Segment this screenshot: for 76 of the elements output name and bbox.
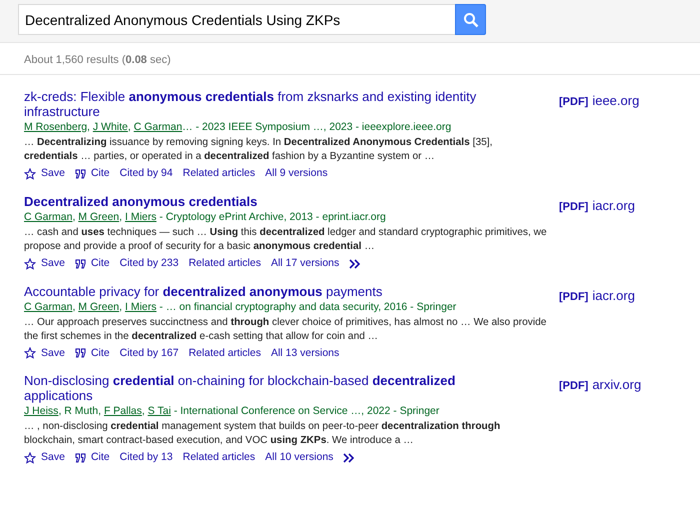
star-icon [24, 168, 36, 180]
cited-by-link[interactable]: Cited by 13 [120, 450, 173, 466]
source-line: C Garman, M Green, I Miers - … on financial cryptography and data security, 2016 - Springer [24, 300, 458, 314]
save-link[interactable]: Save [24, 346, 65, 362]
pdf-site-link[interactable]: arxiv.org [592, 377, 642, 392]
separator: , [98, 405, 102, 418]
search-icon [462, 12, 478, 28]
author-link[interactable]: C Garman [24, 210, 72, 223]
result-snippet: … Our approach preserves succinctness and through clever choice of primitives, has almost no … We also provide the first schemes in the decentralized e-cash setting that allow for coin and … [24, 316, 548, 344]
search-button[interactable] [455, 4, 486, 35]
cite-link[interactable]: Cite [74, 256, 110, 272]
versions-link[interactable]: All 9 versions [265, 166, 328, 182]
author-link[interactable]: I Miers [124, 210, 156, 223]
author-link[interactable]: J Heiss [24, 405, 58, 418]
separator: , [119, 210, 122, 223]
cite-link[interactable]: Cite [74, 346, 110, 362]
separator: , [119, 300, 122, 312]
source-line: J Heiss, R Muth, F Pallas, S Tai - International Conference on Service …, 2022 - Springer [24, 404, 440, 418]
cited-by-link[interactable]: Cited by 167 [120, 346, 179, 362]
author-link[interactable]: J White [92, 121, 128, 133]
quote-icon [74, 168, 86, 179]
cite-link[interactable]: Cite [74, 166, 110, 182]
more-icon[interactable] [343, 453, 356, 464]
result-snippet: … Decentralizing issuance by removing signing keys. In Decentralized Anonymous Credentials [35], credentials … parties, or operated in a decentralized fashion by a Byzantine system or … [24, 136, 494, 164]
save-link[interactable]: Save [24, 256, 65, 272]
result-title[interactable]: zk-creds: Flexible anonymous credentials from zksnarks and existing identity infrastructure [24, 89, 524, 119]
separator: , [58, 405, 62, 418]
source-line: M Rosenberg, J White, C Garman… - 2023 IEEE Symposium …, 2023 - ieeexplore.ieee.org [24, 120, 452, 134]
star-icon [24, 452, 36, 464]
result-title[interactable]: Non-disclosing credential on-chaining for blockchain-based decentralized applications [24, 373, 524, 404]
result-snippet: … cash and uses techniques — such … Using this decentralized ledger and standard cryptographic primitives, we propose and provide a proof of security for a basic anonymous credential … [24, 226, 548, 254]
separator: , [72, 210, 76, 223]
author-link[interactable]: C Garman [134, 121, 182, 133]
author-link[interactable]: M Green [78, 210, 120, 223]
quote-icon [74, 258, 86, 269]
separator: , [128, 121, 131, 133]
pdf-label[interactable]: [PDF] [559, 200, 588, 213]
author-name: R Muth [64, 405, 98, 418]
result-title[interactable]: Accountable privacy for decentralized anonymous payments [24, 284, 524, 298]
related-articles-link[interactable]: Related articles [182, 450, 256, 466]
separator: , [72, 300, 76, 312]
source-line: C Garman, M Green, I Miers - Cryptology ePrint Archive, 2013 - eprint.iacr.org [24, 210, 387, 224]
result-snippet: … , non-disclosing credential management system that builds on peer-to-peer decentralization through blockchain, smart contract-based execution, and VOC using ZKPs. We introduce a … [24, 420, 502, 448]
pdf-label[interactable]: [PDF] [559, 96, 588, 108]
result-title[interactable]: Decentralized anonymous credentials [24, 194, 524, 209]
quote-icon [74, 453, 86, 464]
save-link[interactable]: Save [24, 166, 65, 182]
search-field[interactable]: Decentralized Anonymous Credentials Using ZKPs [18, 4, 455, 35]
pdf-site-link[interactable]: iacr.org [592, 288, 635, 302]
related-articles-link[interactable]: Related articles [188, 346, 261, 362]
pdf-site-link[interactable]: iacr.org [592, 198, 635, 213]
author-link[interactable]: F Pallas [104, 405, 142, 418]
author-link[interactable]: I Miers [124, 300, 156, 312]
cited-by-link[interactable]: Cited by 94 [120, 166, 173, 182]
star-icon [24, 258, 36, 270]
separator: , [87, 121, 90, 133]
versions-link[interactable]: All 10 versions [265, 450, 334, 466]
pdf-label[interactable]: [PDF] [559, 380, 588, 392]
results-count: About 1,560 results (0.08 sec) [24, 54, 171, 66]
separator: , [142, 405, 145, 418]
related-articles-link[interactable]: Related articles [188, 256, 261, 272]
author-link[interactable]: S Tai [148, 405, 171, 418]
star-icon [24, 347, 36, 360]
author-link[interactable]: C Garman [24, 300, 72, 312]
save-link[interactable]: Save [24, 450, 65, 466]
cite-link[interactable]: Cite [74, 450, 110, 466]
versions-link[interactable]: All 17 versions [270, 256, 340, 272]
pdf-site-link[interactable]: ieee.org [592, 93, 640, 108]
author-link[interactable]: M Green [78, 300, 120, 312]
related-articles-link[interactable]: Related articles [182, 166, 256, 182]
versions-link[interactable]: All 13 versions [270, 346, 340, 362]
quote-icon [74, 348, 86, 358]
pdf-label[interactable]: [PDF] [559, 290, 588, 302]
more-icon[interactable] [349, 258, 362, 269]
author-link[interactable]: M Rosenberg [24, 121, 88, 133]
cited-by-link[interactable]: Cited by 233 [120, 256, 179, 272]
